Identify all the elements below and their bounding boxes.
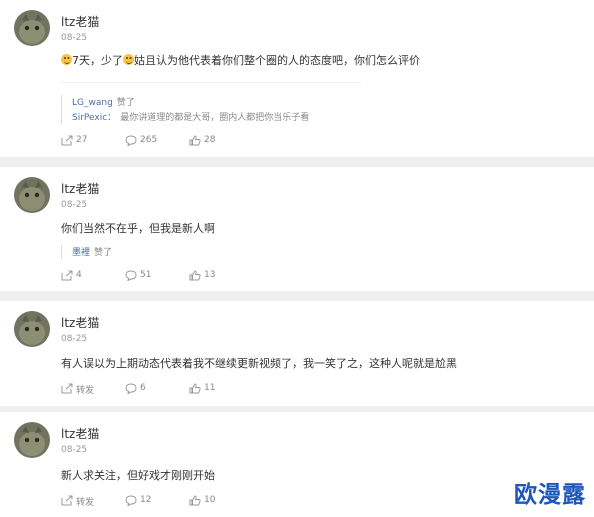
share-icon [61, 270, 73, 281]
reply-username[interactable]: SirPexic： [72, 113, 116, 123]
share-label: 转发 [76, 498, 95, 508]
post-card: ltz老猫 08-25 7天，少了 姑且认为他代表着你们整个圈的人的态度吧，你们怎… [0, 0, 594, 157]
smiley-emoji [61, 54, 72, 65]
share-icon [61, 135, 73, 146]
reply-item[interactable]: 墨裡 赞了 [61, 245, 362, 259]
post-date: 08-25 [61, 445, 88, 455]
like-icon [189, 270, 201, 281]
reply-item[interactable]: LG_wang 赞了 [61, 95, 362, 109]
like-count: 28 [204, 135, 216, 145]
post-text: 有人误以为上期动态代表着我不继续更新视频了，我一笑了之，这种人呢就是尬黑 [61, 357, 457, 370]
like-count: 10 [204, 495, 216, 505]
like-count: 13 [204, 270, 216, 280]
share-count: 4 [76, 270, 82, 280]
watermark: 欧漫露 [514, 482, 586, 508]
username[interactable]: ltz老猫 [61, 314, 99, 331]
reply-username[interactable]: 墨裡 [72, 248, 90, 258]
post-card: ltz老猫 08-25 新人求关注，但好戏才刚刚开始 转发 12 10 [0, 412, 594, 517]
comment-icon [125, 135, 137, 146]
post-date: 08-25 [61, 334, 88, 344]
username[interactable]: ltz老猫 [61, 13, 99, 30]
like-icon [189, 383, 201, 394]
share-label: 转发 [76, 386, 95, 396]
avatar[interactable] [14, 177, 50, 213]
post-date: 08-25 [61, 33, 88, 43]
post-date: 08-25 [61, 200, 88, 210]
share-icon [61, 383, 73, 394]
username[interactable]: ltz老猫 [61, 180, 99, 197]
like-icon [189, 135, 201, 146]
post-card: ltz老猫 08-25 有人误以为上期动态代表着我不继续更新视频了，我一笑了之，… [0, 301, 594, 406]
avatar[interactable] [14, 311, 50, 347]
reply-text: 赞了 [94, 248, 113, 258]
comment-icon [125, 495, 137, 506]
post-text: 新人求关注，但好戏才刚刚开始 [61, 469, 215, 482]
share-count: 27 [76, 135, 88, 145]
comment-icon [125, 383, 137, 394]
like-count: 11 [204, 383, 216, 393]
comment-count: 6 [140, 383, 146, 393]
comment-icon [125, 270, 137, 281]
reply-item[interactable]: SirPexic： 最你讲道理的都是大哥，圈内人都把你当乐子看 [61, 110, 362, 124]
avatar[interactable] [14, 422, 50, 458]
post-text: 7天，少了 姑且认为他代表着你们整个圈的人的态度吧，你们怎么评价 [61, 53, 420, 69]
like-icon [189, 495, 201, 506]
smiley-emoji [123, 54, 134, 65]
avatar[interactable] [14, 10, 50, 46]
comment-count: 265 [140, 135, 158, 145]
post-text: 你们当然不在乎，但我是新人啊 [61, 222, 215, 235]
reply-text: 最你讲道理的都是大哥，圈内人都把你当乐子看 [120, 113, 310, 123]
comment-count: 51 [140, 270, 152, 280]
reply-username[interactable]: LG_wang [72, 98, 113, 108]
divider [61, 82, 361, 83]
username[interactable]: ltz老猫 [61, 425, 99, 442]
post-card: ltz老猫 08-25 你们当然不在乎，但我是新人啊 墨裡 赞了 4 51 13 [0, 167, 594, 291]
reply-text: 赞了 [116, 98, 135, 108]
comment-count: 12 [140, 495, 152, 505]
share-icon [61, 495, 73, 506]
